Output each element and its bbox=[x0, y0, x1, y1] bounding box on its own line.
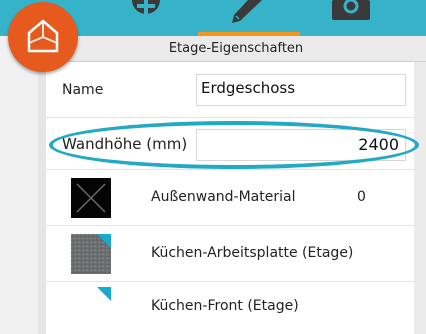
material-label: Küchen-Arbeitsplatte (Etage) bbox=[151, 245, 354, 261]
material-value: 0 bbox=[357, 189, 366, 205]
black-crossed-swatch-icon bbox=[71, 178, 111, 218]
pencil-icon bbox=[232, 0, 262, 23]
panel-title: Etage-Eigenschaften bbox=[168, 41, 304, 56]
name-label: Name bbox=[62, 82, 104, 98]
app-logo-button[interactable] bbox=[8, 2, 78, 72]
white-swatch-icon bbox=[71, 287, 111, 327]
name-input[interactable]: Erdgeschoss bbox=[196, 74, 406, 106]
grey-stone-swatch-icon bbox=[71, 234, 111, 274]
camera-icon bbox=[332, 0, 370, 20]
panel-header: Etage-Eigenschaften bbox=[46, 36, 426, 62]
plus-circle-icon bbox=[132, 0, 160, 14]
panel-scroll-track[interactable] bbox=[414, 62, 426, 334]
camera-tool-button[interactable] bbox=[330, 0, 372, 33]
material-row[interactable]: Küchen-Front (Etage) bbox=[46, 282, 414, 334]
house-3d-icon bbox=[27, 19, 59, 53]
material-label: Küchen-Front (Etage) bbox=[151, 298, 299, 314]
wall-height-input[interactable]: 2400 bbox=[196, 129, 406, 161]
panel-body: Name Erdgeschoss Wandhöhe (mm) 2400 Auße… bbox=[46, 62, 414, 334]
add-tool-button[interactable] bbox=[128, 0, 164, 33]
wall-height-row: Wandhöhe (mm) 2400 bbox=[46, 118, 414, 170]
material-label: Außenwand-Material bbox=[151, 189, 296, 205]
wall-height-label: Wandhöhe (mm) bbox=[62, 135, 188, 153]
material-row[interactable]: Küchen-Arbeitsplatte (Etage) bbox=[46, 226, 414, 282]
panel-left-rail bbox=[38, 36, 46, 334]
edit-tool-button[interactable] bbox=[228, 0, 268, 33]
name-row: Name Erdgeschoss bbox=[46, 62, 414, 118]
material-row[interactable]: Außenwand-Material 0 bbox=[46, 170, 414, 226]
